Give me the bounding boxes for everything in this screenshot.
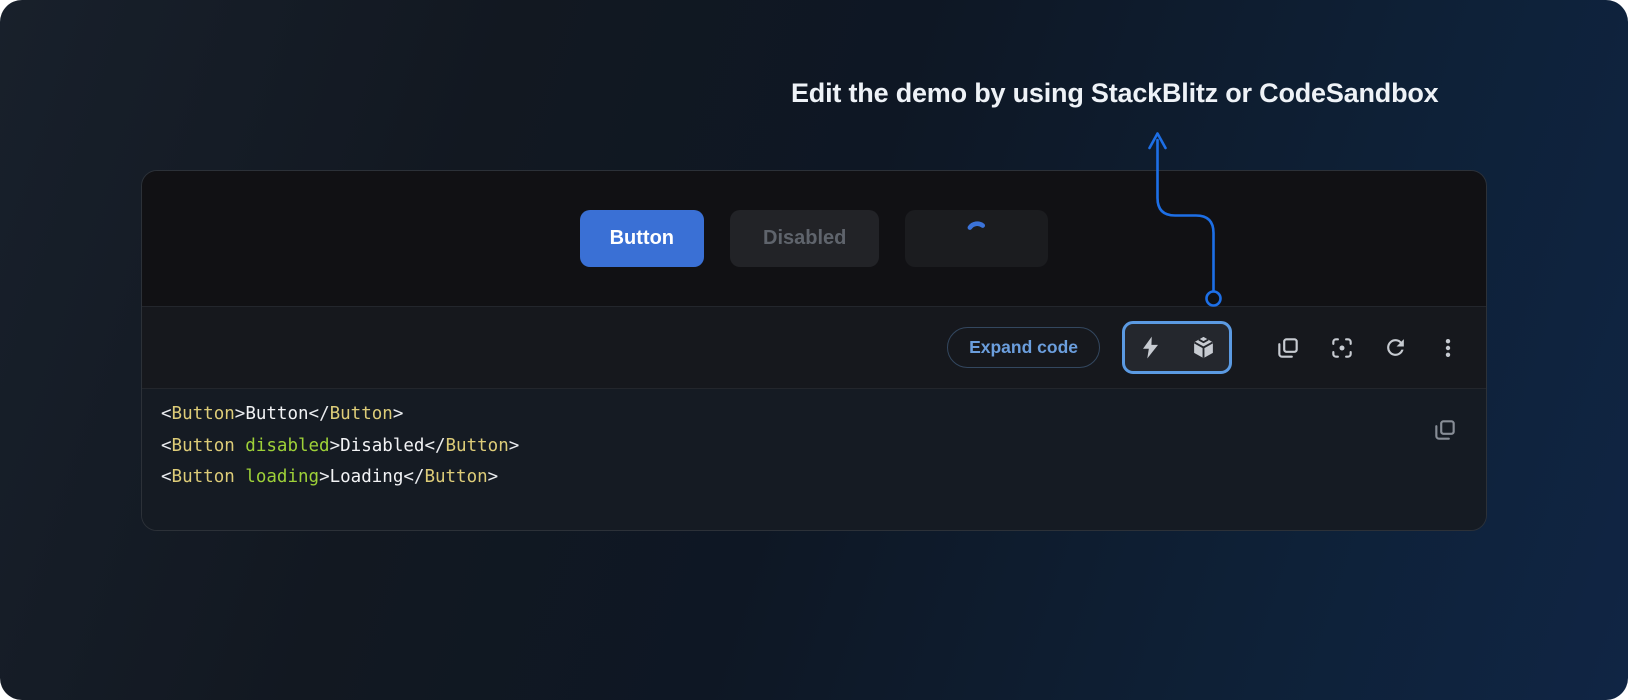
demo-primary-button[interactable]: Button [580,210,704,267]
code-token: < [161,467,172,487]
code-token: Button [245,404,308,424]
code-token: Disabled [340,436,424,456]
more-actions-button[interactable] [1436,336,1460,360]
code-section: <Button>Button</Button><Button disabled>… [142,389,1486,530]
cube-icon [1191,335,1216,360]
demo-card: Button Disabled Expand code [141,170,1487,531]
code-token: Button [424,467,487,487]
code-token: > [509,436,520,456]
copy-code-button[interactable] [1275,335,1301,361]
demo-loading-button[interactable] [905,210,1048,267]
kebab-icon [1436,336,1460,360]
arrowhead-up-icon [1150,134,1166,149]
code-block: <Button>Button</Button><Button disabled>… [161,399,1486,494]
code-line: <Button loading>Loading</Button> [161,462,1486,494]
code-token: > [319,467,330,487]
code-token: > [330,436,341,456]
refresh-demo-button[interactable] [1383,335,1408,360]
component-preview: Button Disabled [142,171,1486,306]
code-token: > [488,467,499,487]
copy-icon [1432,417,1458,443]
demo-toolbar: Expand code [142,306,1486,389]
codesandbox-button[interactable] [1191,335,1216,360]
expand-code-button[interactable]: Expand code [947,327,1100,368]
loading-spinner-icon [959,212,996,249]
code-token: Button [330,404,393,424]
code-line: <Button disabled>Disabled</Button> [161,431,1486,463]
code-token: > [393,404,404,424]
code-token: Button [172,436,235,456]
code-token: </ [403,467,424,487]
code-token: disabled [235,436,330,456]
code-token: Loading [330,467,404,487]
code-token: </ [424,436,445,456]
edit-online-highlight-group [1122,321,1232,374]
standalone-focus-button[interactable] [1329,335,1355,361]
demo-disabled-button[interactable]: Disabled [730,210,879,267]
stackblitz-button[interactable] [1138,335,1163,360]
code-token: Button [172,404,235,424]
refresh-icon [1383,335,1408,360]
copy-source-button[interactable] [1432,417,1458,443]
code-token: < [161,436,172,456]
code-line: <Button>Button</Button> [161,399,1486,431]
code-token: Button [172,467,235,487]
code-token: </ [309,404,330,424]
scan-icon [1329,335,1355,361]
code-token: < [161,404,172,424]
code-token: > [235,404,246,424]
annotation-title: Edit the demo by using StackBlitz or Cod… [791,78,1438,109]
page-background: Edit the demo by using StackBlitz or Cod… [0,0,1628,700]
copy-icon [1275,335,1301,361]
lightning-icon [1138,335,1163,360]
code-token: loading [235,467,319,487]
code-token: Button [446,436,509,456]
